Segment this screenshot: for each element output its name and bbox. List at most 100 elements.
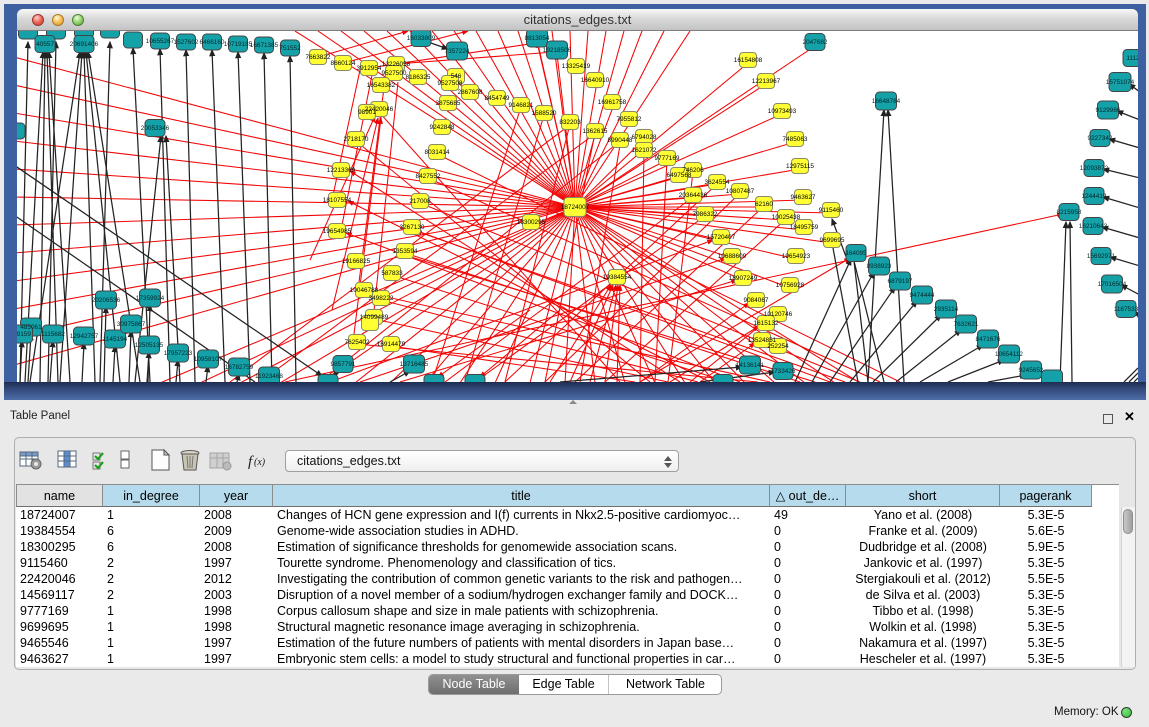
- svg-text:1733426: 1733426: [771, 368, 796, 375]
- svg-text:40557: 40557: [36, 41, 54, 48]
- svg-text:39159: 39159: [17, 331, 31, 338]
- svg-text:10973493: 10973493: [768, 108, 797, 115]
- svg-text:7632621: 7632621: [954, 321, 979, 328]
- svg-text:3498222: 3498222: [369, 295, 394, 302]
- svg-text:19218506: 19218506: [543, 47, 572, 54]
- svg-text:13226058: 13226058: [382, 61, 411, 68]
- svg-text:1588520: 1588520: [532, 110, 557, 117]
- svg-text:8660124: 8660124: [331, 60, 356, 67]
- svg-text:15720407: 15720407: [707, 234, 736, 241]
- svg-text:20053346: 20053346: [141, 125, 170, 132]
- svg-text:8813054: 8813054: [525, 35, 550, 42]
- svg-text:8031414: 8031414: [425, 149, 450, 156]
- svg-text:3624554: 3624554: [705, 179, 730, 186]
- svg-text:16154808: 16154808: [734, 57, 763, 64]
- svg-text:18107554: 18107554: [323, 197, 352, 204]
- svg-text:9474444: 9474444: [910, 292, 935, 299]
- svg-text:3875685: 3875685: [436, 100, 461, 107]
- svg-text:9115460: 9115460: [819, 207, 844, 214]
- svg-text:8427552: 8427552: [416, 173, 441, 180]
- svg-text:217008: 217008: [409, 198, 431, 205]
- svg-text:15751074: 15751074: [1106, 79, 1135, 86]
- svg-text:9245652: 9245652: [1019, 367, 1044, 374]
- svg-text:19654923: 19654923: [782, 253, 811, 260]
- svg-text:19384554: 19384554: [603, 274, 632, 281]
- svg-text:7986322: 7986322: [693, 211, 718, 218]
- svg-text:9146821: 9146821: [509, 102, 534, 109]
- svg-text:10719185: 10719185: [224, 41, 253, 48]
- svg-text:20364436: 20364436: [679, 192, 708, 199]
- svg-text:16033809: 16033809: [407, 35, 436, 42]
- svg-text:1353594: 1353594: [393, 248, 418, 255]
- svg-text:16648784: 16648784: [872, 98, 901, 105]
- svg-text:18907249: 18907249: [729, 275, 758, 282]
- svg-text:17016504: 17016504: [1098, 281, 1127, 288]
- svg-text:20691406: 20691406: [70, 41, 99, 48]
- svg-text:16782759: 16782759: [225, 364, 254, 371]
- svg-text:1615132: 1615132: [754, 320, 779, 327]
- svg-text:10655267: 10655267: [146, 38, 175, 45]
- svg-text:1112: 1112: [1126, 55, 1138, 62]
- svg-text:16543382: 16543382: [367, 82, 396, 89]
- svg-text:751552: 751552: [279, 45, 301, 52]
- svg-text:13325419: 13325419: [562, 63, 591, 70]
- svg-text:98901: 98901: [358, 109, 376, 116]
- svg-text:3912954: 3912954: [357, 65, 382, 72]
- svg-text:19166825: 19166825: [342, 258, 371, 265]
- svg-text:16640910: 16640910: [581, 77, 610, 84]
- svg-text:16914479: 16914479: [377, 341, 406, 348]
- svg-text:30975867: 30975867: [117, 321, 146, 328]
- svg-text:8990448: 8990448: [608, 137, 633, 144]
- svg-text:7625402: 7625402: [345, 339, 370, 346]
- svg-text:10756928: 10756928: [776, 282, 805, 289]
- svg-text:6497568: 6497568: [667, 172, 692, 179]
- svg-text:14136141: 14136141: [736, 362, 765, 369]
- svg-text:9227342: 9227342: [1088, 135, 1113, 142]
- svg-text:20206536: 20206536: [92, 297, 121, 304]
- svg-text:10046788: 10046788: [350, 287, 379, 294]
- svg-text:10025438: 10025438: [772, 214, 801, 221]
- svg-text:1621072: 1621072: [632, 147, 657, 154]
- svg-text:9777169: 9777169: [655, 155, 680, 162]
- svg-text:7485063: 7485063: [783, 136, 808, 143]
- svg-text:10807487: 10807487: [726, 188, 755, 195]
- svg-text:9084067: 9084067: [744, 297, 769, 304]
- svg-text:1527602: 1527602: [174, 39, 199, 46]
- svg-text:7357224: 7357224: [445, 48, 470, 55]
- svg-text:16210643: 16210643: [1079, 223, 1108, 230]
- svg-text:11923468: 11923468: [255, 373, 283, 380]
- svg-text:(x): (x): [254, 457, 266, 468]
- svg-text:16961758: 16961758: [598, 99, 627, 106]
- svg-text:546: 546: [451, 73, 462, 80]
- svg-text:6879197: 6879197: [888, 278, 913, 285]
- svg-text:12942757: 12942757: [70, 333, 99, 340]
- svg-text:17957223: 17957223: [164, 350, 193, 357]
- svg-text:1244419: 1244419: [1082, 193, 1107, 200]
- svg-text:10958107: 10958107: [194, 356, 223, 363]
- svg-text:3267130: 3267130: [400, 224, 425, 231]
- svg-text:18495759: 18495759: [790, 224, 819, 231]
- svg-text:9129966: 9129966: [1096, 107, 1121, 114]
- svg-text:10654112: 10654112: [995, 351, 1023, 358]
- svg-text:18724007: 18724007: [561, 204, 590, 211]
- svg-text:1362615: 1362615: [583, 128, 608, 135]
- svg-text:13716485: 13716485: [400, 361, 429, 368]
- svg-text:587833: 587833: [381, 270, 403, 277]
- svg-text:10120746: 10120746: [764, 311, 793, 318]
- svg-text:8938923: 8938923: [867, 263, 892, 270]
- svg-text:12213369: 12213369: [327, 167, 356, 174]
- svg-text:18300295: 18300295: [517, 219, 546, 226]
- svg-text:12213967: 12213967: [752, 78, 781, 85]
- svg-text:485061: 485061: [20, 324, 42, 331]
- svg-text:1167533: 1167533: [1114, 306, 1138, 313]
- svg-text:9527508: 9527508: [438, 80, 463, 87]
- svg-text:19654985: 19654985: [323, 228, 352, 235]
- svg-text:9463627: 9463627: [791, 194, 816, 201]
- svg-text:6794028: 6794028: [632, 134, 657, 141]
- svg-text:16671385: 16671385: [250, 42, 279, 49]
- svg-text:8215958: 8215958: [1057, 209, 1082, 216]
- svg-text:252254: 252254: [767, 343, 789, 350]
- svg-text:9857791: 9857791: [331, 361, 356, 368]
- svg-text:7663822: 7663822: [306, 54, 331, 61]
- svg-text:17359924: 17359924: [136, 295, 165, 302]
